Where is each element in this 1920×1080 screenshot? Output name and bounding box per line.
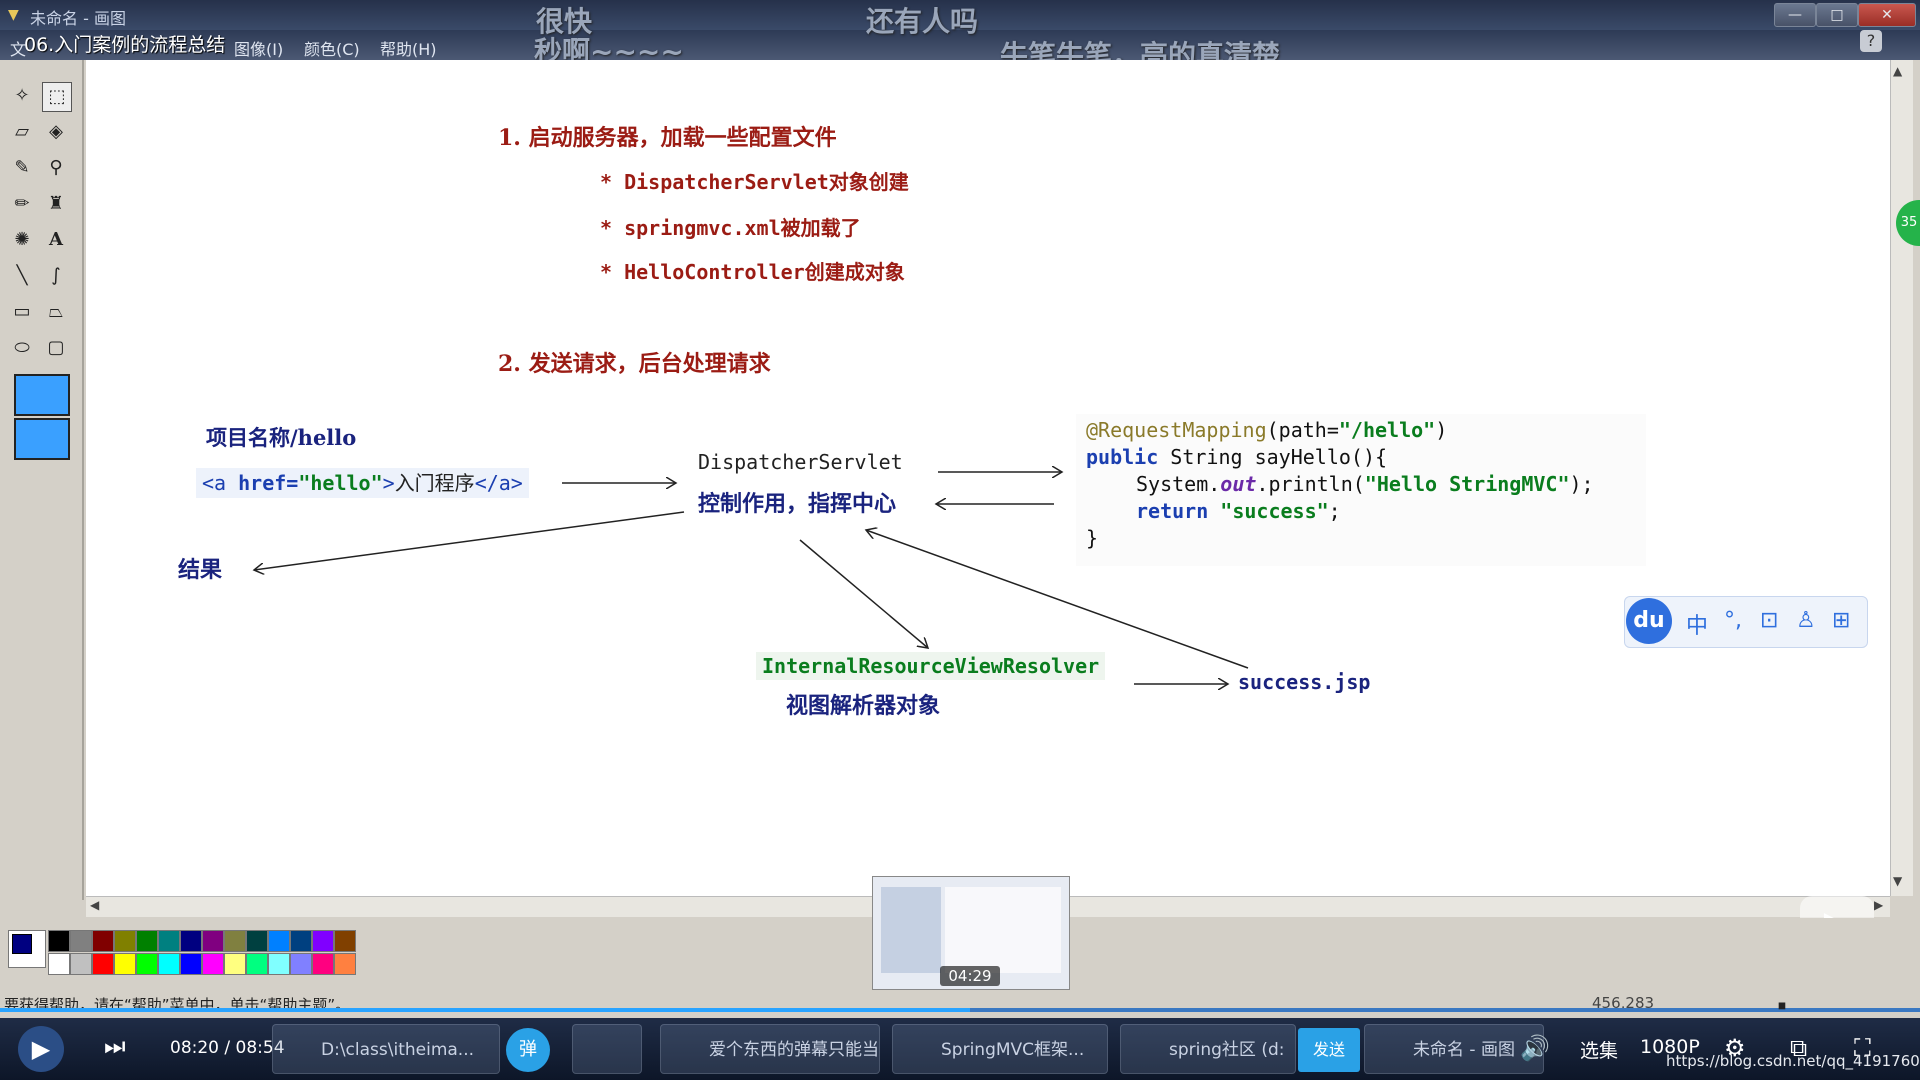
palette-swatch[interactable] [136, 930, 158, 952]
baidu-ime-logo[interactable]: du [1626, 598, 1672, 644]
thumb-panel [881, 887, 941, 973]
palette-swatch[interactable] [312, 953, 334, 975]
task-danmaku-input[interactable]: 爱个东西的弹幕只能当下 [660, 1024, 880, 1074]
palette-swatch[interactable] [180, 953, 202, 975]
palette-swatch[interactable] [70, 930, 92, 952]
task-springmvc[interactable]: SpringMVC框架... [892, 1024, 1108, 1074]
palette-swatch[interactable] [246, 953, 268, 975]
scroll-left-icon[interactable]: ◀ [90, 898, 99, 912]
scroll-up-icon[interactable]: ▲ [1893, 64, 1902, 78]
task-spring-community[interactable]: spring社区 (d: [1120, 1024, 1296, 1074]
send-button[interactable]: 发送 [1298, 1028, 1360, 1072]
episode-select[interactable]: 选集 [1580, 1036, 1618, 1063]
palette-swatch[interactable] [202, 953, 224, 975]
task-explorer[interactable]: D:\class\itheima... [272, 1024, 500, 1074]
arrow-dispatcher-to-resolver [799, 539, 928, 648]
palette-swatch[interactable] [136, 953, 158, 975]
palette-swatch[interactable] [334, 953, 356, 975]
next-button[interactable]: ⏭ [104, 1032, 126, 1060]
palette-swatch[interactable] [114, 953, 136, 975]
palette-swatch[interactable] [334, 930, 356, 952]
palette-swatch[interactable] [180, 930, 202, 952]
csdn-watermark: https://blog.csdn.net/qq_41917603 [1666, 1052, 1920, 1070]
palette-swatch[interactable] [268, 930, 290, 952]
time-display: 08:20 / 08:54 [170, 1038, 285, 1058]
palette-swatch[interactable] [246, 930, 268, 952]
ime-user-icon[interactable]: ♙ [1796, 608, 1816, 633]
palette-swatch[interactable] [48, 953, 70, 975]
vertical-scrollbar[interactable] [1890, 60, 1913, 896]
time-separator: / [224, 1038, 231, 1058]
danmaku-toggle-icon[interactable]: ⏹ [1778, 996, 1786, 1016]
palette-swatch[interactable] [290, 953, 312, 975]
palette-swatch[interactable] [158, 930, 180, 952]
ime-keyboard-icon[interactable]: ⊡ [1760, 608, 1778, 633]
palette-swatch[interactable] [114, 930, 136, 952]
palette-swatch[interactable] [92, 953, 114, 975]
task-app[interactable] [572, 1024, 642, 1074]
scroll-right-icon[interactable]: ▶ [1874, 898, 1883, 912]
palette-swatch[interactable] [158, 953, 180, 975]
palette-swatch[interactable] [290, 930, 312, 952]
ime-chinese-mode[interactable]: 中 [1686, 608, 1708, 640]
palette-swatch[interactable] [224, 930, 246, 952]
current-time: 08:20 [170, 1038, 219, 1058]
arrow-success-to-dispatcher [866, 530, 1249, 669]
thumb-panel [945, 887, 1061, 973]
ime-grid-icon[interactable]: ⊞ [1832, 608, 1850, 633]
task-paint[interactable]: 未命名 - 画图 [1364, 1024, 1544, 1074]
palette-swatch[interactable] [92, 930, 114, 952]
volume-icon[interactable]: 🔊 [1520, 1034, 1550, 1062]
video-progress-fill [0, 1008, 970, 1012]
color-palette [48, 930, 368, 976]
palette-swatch[interactable] [312, 930, 334, 952]
palette-swatch[interactable] [48, 930, 70, 952]
ime-punctuation[interactable]: °, [1724, 608, 1742, 633]
play-button[interactable]: ▶ [18, 1026, 64, 1072]
danmaku-button[interactable]: 弹 [506, 1028, 550, 1072]
foreground-color [12, 934, 32, 954]
arrow-dispatcher-to-result [254, 511, 685, 570]
scroll-down-icon[interactable]: ▼ [1893, 874, 1902, 888]
palette-swatch[interactable] [268, 953, 290, 975]
palette-swatch[interactable] [202, 930, 224, 952]
preview-time: 04:29 [940, 966, 1000, 986]
palette-swatch[interactable] [70, 953, 92, 975]
palette-swatch[interactable] [224, 953, 246, 975]
